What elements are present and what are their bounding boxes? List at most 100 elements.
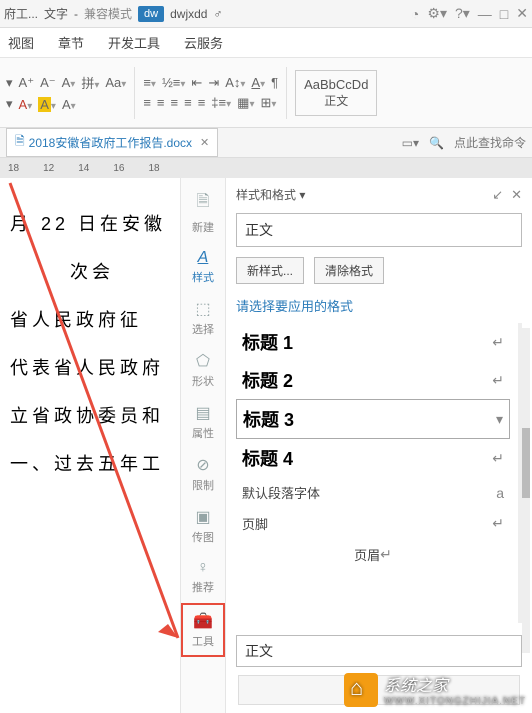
siderail-shape[interactable]: ⬠形状 xyxy=(181,345,225,395)
style-name: 正文 xyxy=(324,94,348,108)
scrollbar[interactable] xyxy=(522,328,530,653)
menu-chapter[interactable]: 章节 xyxy=(58,33,84,52)
title-left: 府工... 文字 - 兼容模式 dw dwjxdd ♂ xyxy=(4,5,411,22)
align-text-dropdown[interactable]: A▾ xyxy=(251,75,265,90)
shading-dropdown[interactable]: A▾ xyxy=(62,97,76,112)
align-distribute-icon[interactable]: ≡ xyxy=(198,95,206,110)
style-preview: AaBbCcDd xyxy=(304,77,368,92)
select-icon: ⬚ xyxy=(181,299,225,319)
siderail-new[interactable]: 🗎新建 xyxy=(181,184,225,241)
ribbon-separator-2 xyxy=(286,67,287,119)
minimize-icon[interactable]: — xyxy=(478,6,492,22)
style-item-h1[interactable]: 标题 1↵ xyxy=(236,323,510,361)
search-placeholder[interactable]: 点此查找命令 xyxy=(454,134,526,151)
bullet-list-dropdown[interactable]: ≡▾ xyxy=(143,75,156,90)
ribbon-separator xyxy=(134,67,135,119)
shape-icon: ⬠ xyxy=(181,351,225,371)
main-area: 月 22 日在安徽 次会 省人民政府征 代表省人民政府 立省政协委员和 一、过去… xyxy=(0,178,532,713)
view-mode-icon[interactable]: ▭▾ xyxy=(402,136,419,150)
font-effect-dropdown[interactable]: A▾ xyxy=(62,75,76,90)
style-item-h3[interactable]: 标题 3▾ xyxy=(236,399,510,439)
doc-line: 代表省人民政府 xyxy=(10,354,174,380)
align-left-icon[interactable]: ≡ xyxy=(143,95,151,110)
style-item-h2[interactable]: 标题 2↵ xyxy=(236,361,510,399)
document-pane[interactable]: 月 22 日在安徽 次会 省人民政府征 代表省人民政府 立省政协委员和 一、过去… xyxy=(0,178,180,713)
align-center-icon[interactable]: ≡ xyxy=(157,95,165,110)
ruler-mark: 18 xyxy=(149,163,160,174)
siderail-select[interactable]: ⬚选择 xyxy=(181,293,225,343)
current-style-box[interactable]: 正文 xyxy=(236,213,522,247)
help-dropdown-icon[interactable]: ?▾ xyxy=(455,5,470,22)
change-case-icon[interactable]: Aa▾ xyxy=(105,75,126,90)
menu-devtools[interactable]: 开发工具 xyxy=(108,33,160,52)
siderail-style[interactable]: A样式 xyxy=(181,243,225,291)
theme-icon[interactable]: ◔ xyxy=(411,6,419,22)
clear-format-button[interactable]: 清除格式 xyxy=(314,257,384,284)
indent-icon[interactable]: ⇥ xyxy=(208,75,219,91)
tab-close-icon[interactable]: ✕ xyxy=(200,136,209,149)
file-tab-row: 🗎 2018安徽省政府工作报告.docx ✕ ▭▾ 🔍 点此查找命令 xyxy=(0,128,532,158)
style-item-header[interactable]: 页眉↵ xyxy=(236,539,510,570)
outdent-icon[interactable]: ⇤ xyxy=(191,75,202,91)
font-decrease-icon[interactable]: A⁻ xyxy=(40,75,56,91)
text-direction-dropdown[interactable]: A↕▾ xyxy=(225,75,245,90)
titlebar: 府工... 文字 - 兼容模式 dw dwjxdd ♂ ◔ ⚙▾ ?▾ — □ … xyxy=(0,0,532,28)
ruler-mark: 16 xyxy=(113,163,124,174)
font-increase-icon[interactable]: A⁺ xyxy=(19,75,35,91)
maximize-icon[interactable]: □ xyxy=(500,6,508,22)
window-controls: ◔ ⚙▾ ?▾ — □ ✕ xyxy=(411,5,528,22)
file-icon: 🗎 xyxy=(15,132,25,153)
new-style-button[interactable]: 新样式... xyxy=(236,257,304,284)
siderail-restrict[interactable]: ⊘限制 xyxy=(181,449,225,499)
siderail-property[interactable]: ▤属性 xyxy=(181,397,225,447)
panel-title: 样式和格式 ▾ xyxy=(236,186,305,203)
line-spacing-dropdown[interactable]: ‡≡▾ xyxy=(211,95,231,110)
scrollbar-thumb[interactable] xyxy=(522,428,530,498)
text-color-dropdown[interactable]: A▾ xyxy=(19,97,33,112)
search-icon[interactable]: 🔍 xyxy=(429,136,444,150)
align-justify-icon[interactable]: ≡ xyxy=(184,95,192,110)
doc-short-name: 府工... xyxy=(4,5,38,22)
number-list-dropdown[interactable]: ½≡▾ xyxy=(162,75,185,90)
doc-line: 次会 xyxy=(10,258,174,284)
ruler-mark: 12 xyxy=(43,163,54,174)
user-dropdown-icon[interactable]: ♂ xyxy=(213,7,222,21)
file-tab-right: ▭▾ 🔍 点此查找命令 xyxy=(402,134,526,151)
ribbon-paragraph-group: ≡▾ ½≡▾ ⇤ ⇥ A↕▾ A▾ ¶ ≡ ≡ ≡ ≡ ≡ ‡≡▾ ▦▾ ⊞▾ xyxy=(143,75,278,111)
apply-style-box[interactable]: 正文 xyxy=(236,635,522,667)
bulb-icon: ♀ xyxy=(181,559,225,577)
ruler-mark: 18 xyxy=(8,163,19,174)
align-right-icon[interactable]: ≡ xyxy=(171,95,179,110)
highlight-dropdown[interactable]: A▾ xyxy=(38,97,56,112)
ribbon: ▾ A⁺ A⁻ A▾ 拼▾ Aa▾ ▾ A▾ A▾ A▾ ≡▾ ½≡▾ ⇤ ⇥ … xyxy=(0,58,532,128)
style-item-default-font[interactable]: 默认段落字体a xyxy=(236,477,510,508)
font-size-dropdown[interactable]: ▾ xyxy=(6,96,13,112)
siderail-upload-image[interactable]: ▣传图 xyxy=(181,501,225,551)
toolbox-icon: 🧰 xyxy=(183,611,223,631)
style-item-h4[interactable]: 标题 4↵ xyxy=(236,439,510,477)
show-marks-icon[interactable]: ¶ xyxy=(271,75,278,90)
image-icon: ▣ xyxy=(181,507,225,527)
doc-tab[interactable]: dw xyxy=(138,6,164,22)
panel-close-icon[interactable]: ✕ xyxy=(511,187,522,203)
menu-view[interactable]: 视图 xyxy=(8,33,34,52)
file-tab[interactable]: 🗎 2018安徽省政府工作报告.docx ✕ xyxy=(6,128,218,157)
app-label: 文字 xyxy=(44,5,68,22)
menu-cloud[interactable]: 云服务 xyxy=(184,33,223,52)
para-shading-dropdown[interactable]: ▦▾ xyxy=(237,95,254,111)
watermark: 系统之家 WWW.XITONGZHIJIA.NET xyxy=(344,672,526,707)
watermark-brand: 系统之家 xyxy=(384,678,448,695)
close-icon[interactable]: ✕ xyxy=(516,5,528,22)
siderail-recommend[interactable]: ♀推荐 xyxy=(181,553,225,601)
style-gallery-item[interactable]: AaBbCcDd 正文 xyxy=(295,70,377,116)
doc-line: 月 22 日在安徽 xyxy=(10,210,174,236)
watermark-logo-icon xyxy=(344,673,378,707)
menu-row: 视图 章节 开发工具 云服务 xyxy=(0,28,532,58)
pinyin-icon[interactable]: 拼▾ xyxy=(81,73,99,92)
panel-pin-icon[interactable]: ↙ xyxy=(492,187,503,203)
settings-dropdown-icon[interactable]: ⚙▾ xyxy=(427,5,447,22)
borders-dropdown[interactable]: ⊞▾ xyxy=(260,95,276,111)
siderail-tools[interactable]: 🧰工具 xyxy=(181,603,225,657)
style-item-footer[interactable]: 页脚↵ xyxy=(236,508,510,539)
font-select-dropdown[interactable]: ▾ xyxy=(6,75,13,91)
